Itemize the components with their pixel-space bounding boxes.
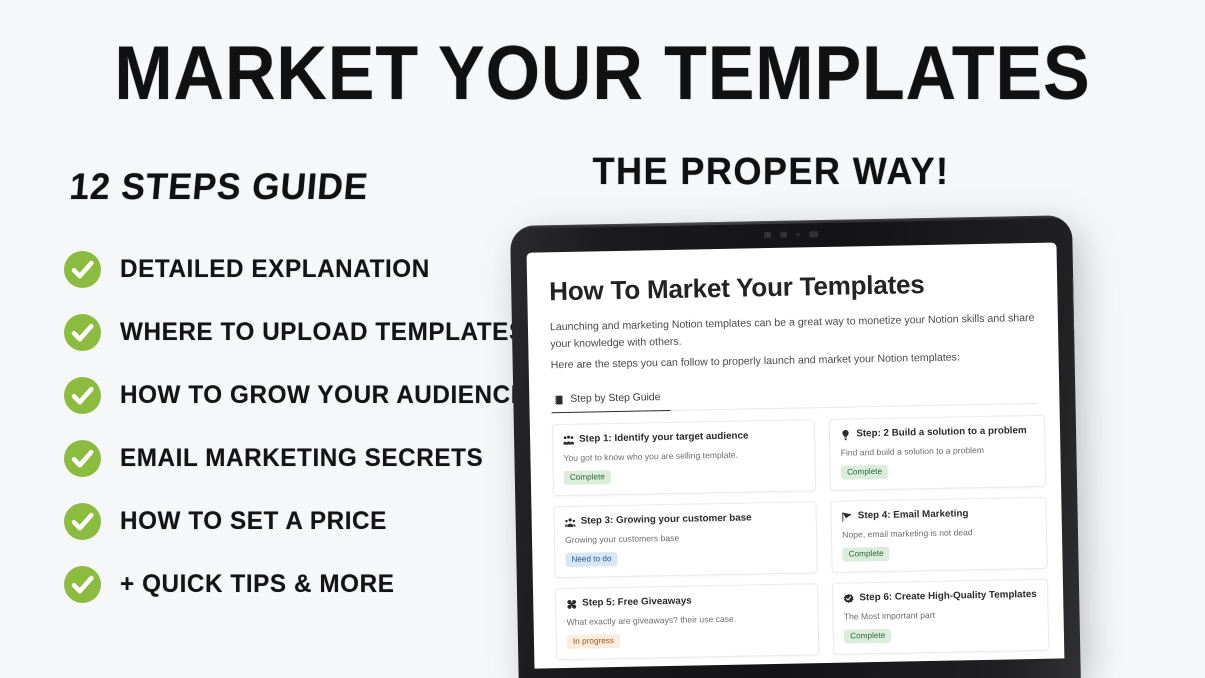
step-card-title: Step 3: Growing your customer base [580, 512, 752, 528]
step-card[interactable]: Step 1: Identify your target audience Yo… [551, 419, 817, 497]
step-card[interactable]: Step: 7 Collaborate with influencers Get… [556, 665, 822, 669]
list-item-label: HOW TO GROW YOUR AUDIENCE [120, 381, 528, 409]
doc-title: How To Market Your Templates [548, 269, 925, 307]
list-item-label: + QUICK TIPS & MORE [120, 570, 395, 598]
notebook-icon [553, 394, 564, 405]
lightbulb-icon [840, 429, 851, 441]
step-card-title: Step: 2 Build a solution to a problem [856, 425, 1027, 440]
check-circle-icon [64, 566, 101, 603]
tablet-mockup: How To Market Your Templates Launching a… [510, 215, 1090, 678]
step-card-title: Step 6: Create High-Quality Templates [859, 589, 1037, 604]
step-card-title: Step 1: Identify your target audience [579, 430, 749, 446]
step-card-header: Step 5: Free Giveaways [566, 594, 807, 610]
camera-lens-icon [796, 232, 801, 237]
step-card-description: Growing your customers base [564, 532, 680, 546]
step-card-description: The Most important part [843, 609, 936, 622]
step-card[interactable]: Step 8: Set a price for your template Se… [833, 660, 1051, 669]
feature-list: DETAILED EXPLANATION WHERE TO UPLOAD TEM… [64, 238, 527, 616]
step-card-header: Step: 2 Build a solution to a problem [840, 425, 1033, 441]
list-item-label: WHERE TO UPLOAD TEMPLATES [120, 318, 526, 346]
step-card-header: Step 4: Email Marketing [842, 507, 1035, 522]
camera-sensor-group [764, 231, 819, 239]
status-badge: Complete [840, 465, 889, 480]
step-card-description: Find and build a solution to a problem [840, 445, 985, 458]
list-item: WHERE TO UPLOAD TEMPLATES [64, 301, 525, 364]
tablet-bezel: How To Market Your Templates Launching a… [510, 215, 1081, 678]
list-item-label: HOW TO SET A PRICE [120, 507, 387, 535]
status-badge: Complete [842, 547, 890, 562]
list-item: DETAILED EXPLANATION [64, 238, 494, 301]
tab-bar: Step by Step Guide [551, 385, 1038, 414]
guide-heading: 12 STEPS GUIDE [68, 166, 371, 207]
bezel-highlight [510, 215, 1072, 229]
status-badge: Complete [844, 628, 892, 644]
list-item-label: DETAILED EXPLANATION [120, 255, 430, 283]
check-circle-icon [64, 503, 101, 540]
tab-label: Step by Step Guide [570, 392, 661, 406]
list-item: + QUICK TIPS & MORE [64, 553, 494, 616]
tablet-screen: How To Market Your Templates Launching a… [526, 242, 1065, 669]
step-card[interactable]: Step 4: Email Marketing Nope, email mark… [830, 497, 1048, 574]
step-card-description: Nope, email marketing is not dead [842, 527, 973, 540]
doc-paragraph: Launching and marketing Notion templates… [549, 311, 1035, 351]
list-item-label: EMAIL MARKETING SECRETS [120, 444, 484, 472]
step-card[interactable]: Step 6: Create High-Quality Templates Th… [832, 579, 1049, 656]
step-card-header: Step 1: Identify your target audience [563, 430, 804, 446]
step-card[interactable]: Step 3: Growing your customer base Growi… [553, 501, 818, 579]
sensor-dot-icon [809, 231, 819, 238]
doc-paragraph: Here are the steps you can follow to pro… [550, 351, 960, 372]
step-card-title: Step 5: Free Giveaways [582, 595, 692, 609]
step-card-header: Step 3: Growing your customer base [564, 512, 806, 528]
page-title: MARKET YOUR TEMPLATES [114, 31, 1091, 116]
status-badge: Complete [563, 470, 612, 485]
step-card[interactable]: Step 5: Free Giveaways What exactly are … [554, 583, 820, 661]
list-item: HOW TO GROW YOUR AUDIENCE [64, 364, 527, 427]
check-circle-icon [64, 377, 101, 414]
step-card[interactable]: Step: 2 Build a solution to a problem Fi… [829, 415, 1046, 492]
people-icon [563, 435, 575, 446]
check-circle-icon [64, 314, 101, 351]
step-cards-grid: Step 1: Identify your target audience Yo… [551, 415, 1051, 669]
sensor-dot-icon [764, 231, 772, 239]
megaphone-icon [842, 511, 853, 522]
check-circle-icon [64, 251, 101, 288]
sensor-dot-icon [780, 231, 788, 238]
gift-icon [566, 598, 577, 609]
status-badge: Need to do [565, 552, 618, 567]
check-badge-icon [843, 593, 854, 604]
step-card-header: Step 6: Create High-Quality Templates [843, 589, 1037, 604]
page-subtitle: THE PROPER WAY! [592, 151, 950, 193]
step-card-description: You got to know who you are selling temp… [563, 449, 739, 464]
status-badge: In progress [566, 634, 621, 649]
list-item: EMAIL MARKETING SECRETS [64, 427, 494, 490]
list-item: HOW TO SET A PRICE [64, 490, 494, 553]
check-circle-icon [64, 440, 101, 477]
step-card-description: What exactly are giveaways? their use ca… [566, 613, 737, 628]
group-growth-icon [564, 517, 576, 528]
step-card-title: Step 4: Email Marketing [857, 508, 969, 522]
tab-step-by-step-guide[interactable]: Step by Step Guide [551, 392, 671, 414]
